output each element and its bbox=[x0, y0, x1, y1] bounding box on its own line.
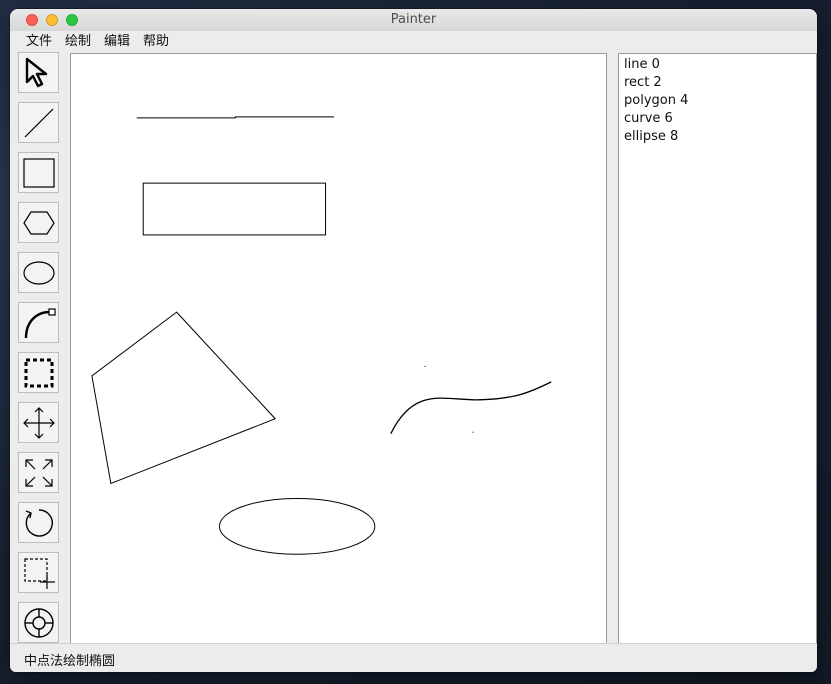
menu-edit[interactable]: 编辑 bbox=[104, 31, 130, 53]
shape-line-0[interactable] bbox=[136, 116, 335, 119]
clip-crop-icon bbox=[23, 557, 55, 589]
rotate-icon bbox=[25, 508, 53, 537]
canvas-drawing bbox=[91, 116, 552, 555]
status-bar: 中点法绘制椭圆 bbox=[10, 643, 817, 672]
ellipse-tool-button[interactable] bbox=[18, 252, 59, 293]
painter-window: Painter 文件 绘制 编辑 帮助 line 0 rect 2 polygo… bbox=[10, 9, 817, 672]
menu-help[interactable]: 帮助 bbox=[143, 31, 169, 53]
drawing-canvas[interactable] bbox=[70, 53, 607, 644]
list-item[interactable]: line 0 bbox=[619, 56, 816, 74]
shape-ellipse-8[interactable] bbox=[218, 497, 376, 555]
shape-polygon-4[interactable] bbox=[91, 311, 277, 485]
line-tool-button[interactable] bbox=[18, 102, 59, 143]
shape-list-panel[interactable]: line 0 rect 2 polygon 4 curve 6 ellipse … bbox=[618, 53, 817, 644]
select-arrow-icon bbox=[25, 57, 47, 87]
title-bar: Painter bbox=[10, 9, 817, 32]
select-tool-button[interactable] bbox=[18, 52, 59, 93]
clip-tool-button[interactable] bbox=[18, 552, 59, 593]
list-item[interactable]: ellipse 8 bbox=[619, 128, 816, 146]
lifebuoy-icon bbox=[23, 607, 54, 638]
select-region-tool-button[interactable] bbox=[18, 352, 59, 393]
status-text: 中点法绘制椭圆 bbox=[24, 654, 116, 669]
move-tool-button[interactable] bbox=[18, 402, 59, 443]
menu-file[interactable]: 文件 bbox=[26, 31, 52, 53]
polygon-tool-button[interactable] bbox=[18, 202, 59, 243]
curve-tool-button[interactable] bbox=[18, 302, 59, 343]
menu-bar: 文件 绘制 编辑 帮助 bbox=[10, 31, 817, 53]
rotate-tool-button[interactable] bbox=[18, 502, 59, 543]
curve-icon bbox=[24, 307, 56, 338]
polygon-icon bbox=[22, 210, 55, 235]
list-item[interactable]: rect 2 bbox=[619, 74, 816, 92]
window-title: Painter bbox=[390, 12, 437, 27]
list-item[interactable]: polygon 4 bbox=[619, 92, 816, 110]
tool-palette bbox=[18, 52, 60, 644]
list-item[interactable]: curve 6 bbox=[619, 110, 816, 128]
rectangle-tool-button[interactable] bbox=[18, 152, 59, 193]
help-tool-button[interactable] bbox=[18, 602, 59, 643]
move-arrows-icon bbox=[22, 406, 55, 439]
scale-tool-button[interactable] bbox=[18, 452, 59, 493]
line-icon bbox=[24, 108, 53, 137]
resize-arrows-icon bbox=[24, 458, 53, 487]
ellipse-icon bbox=[22, 260, 55, 285]
shape-curve-6[interactable] bbox=[390, 365, 552, 434]
dashed-selection-icon bbox=[24, 358, 53, 387]
menu-draw[interactable]: 绘制 bbox=[65, 31, 91, 53]
shape-rect-2[interactable] bbox=[142, 182, 327, 236]
rectangle-icon bbox=[22, 157, 55, 188]
